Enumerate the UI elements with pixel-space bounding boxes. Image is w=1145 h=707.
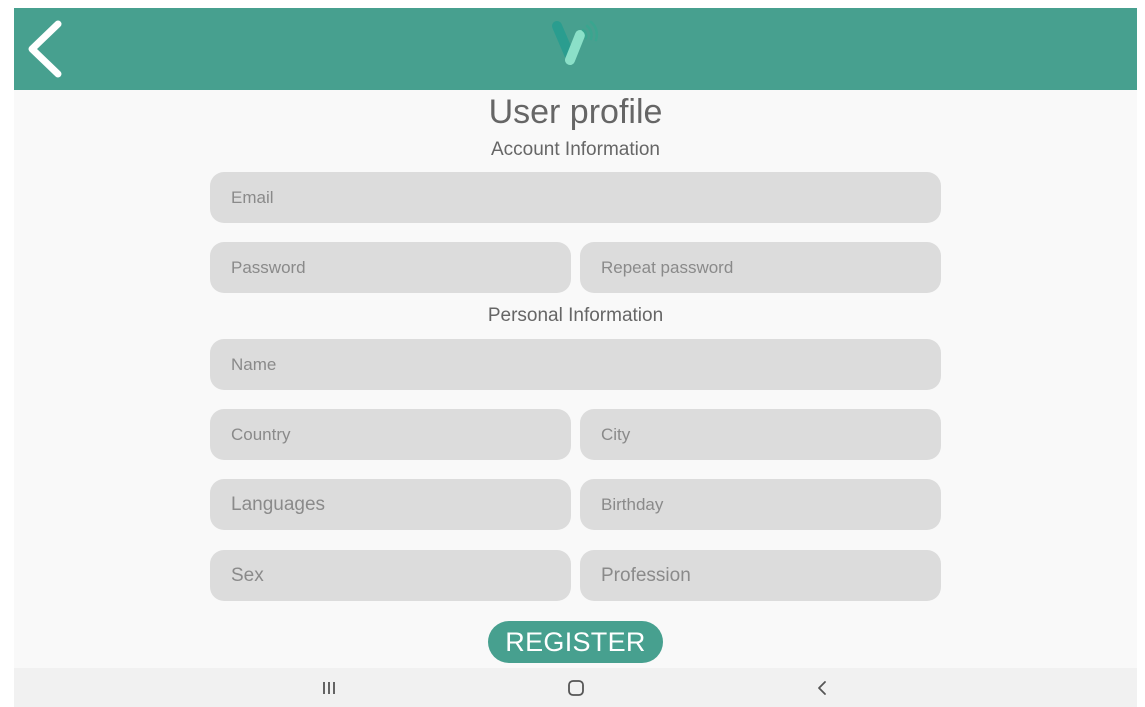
app-screen: User profile Account Information Persona…	[14, 8, 1137, 707]
recent-apps-button[interactable]	[317, 676, 341, 700]
app-logo-icon	[552, 20, 599, 65]
country-field[interactable]	[210, 409, 571, 460]
home-button[interactable]	[564, 676, 588, 700]
back-button[interactable]	[20, 18, 68, 80]
chevron-left-icon	[28, 20, 62, 78]
email-field[interactable]	[210, 172, 941, 223]
city-field[interactable]	[580, 409, 941, 460]
languages-field[interactable]	[210, 479, 571, 530]
app-logo	[550, 18, 602, 66]
system-navigation-bar	[14, 668, 1137, 707]
birthday-field[interactable]	[580, 479, 941, 530]
back-icon	[818, 681, 826, 695]
top-app-bar	[14, 8, 1137, 90]
repeat-password-field[interactable]	[580, 242, 941, 293]
profession-field[interactable]	[580, 550, 941, 601]
recent-apps-icon	[323, 682, 335, 694]
home-icon	[568, 680, 584, 696]
system-back-button[interactable]	[810, 676, 834, 700]
account-section-heading: Account Information	[491, 139, 660, 160]
page-title: User profile	[488, 93, 663, 131]
register-button[interactable]: REGISTER	[488, 621, 663, 663]
password-field[interactable]	[210, 242, 571, 293]
name-field[interactable]	[210, 339, 941, 390]
sex-field[interactable]	[210, 550, 571, 601]
personal-section-heading: Personal Information	[487, 305, 664, 326]
